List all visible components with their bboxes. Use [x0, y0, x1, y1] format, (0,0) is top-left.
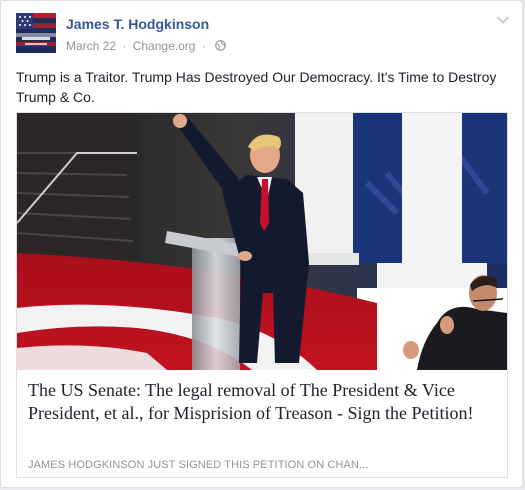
post-date-link[interactable]: March 22 [66, 39, 116, 53]
post-header: James T. Hodgkinson March 22 · Change.or… [16, 13, 510, 57]
post-source-link[interactable]: Change.org [133, 39, 196, 53]
avatar[interactable] [16, 13, 56, 53]
link-preview-caption: JAMES HODGKINSON JUST SIGNED THIS PETITI… [28, 459, 369, 471]
link-preview-image[interactable] [17, 113, 507, 370]
chevron-down-icon[interactable] [496, 15, 510, 25]
globe-icon[interactable] [215, 40, 226, 52]
avatar-flag-image [16, 13, 56, 53]
post-message: Trump is a Traitor. Trump Has Destroyed … [16, 69, 497, 105]
feed-post: James T. Hodgkinson March 22 · Change.or… [0, 0, 523, 488]
link-preview-card[interactable]: The US Senate: The legal removal of The … [16, 112, 508, 478]
author-name-link[interactable]: James T. Hodgkinson [66, 16, 209, 32]
preview-photo [17, 113, 507, 370]
meta-separator: · [122, 38, 127, 53]
meta-separator: · [201, 38, 206, 53]
post-meta: March 22 · Change.org · [66, 38, 226, 53]
link-preview-title[interactable]: The US Senate: The legal removal of The … [28, 379, 496, 425]
